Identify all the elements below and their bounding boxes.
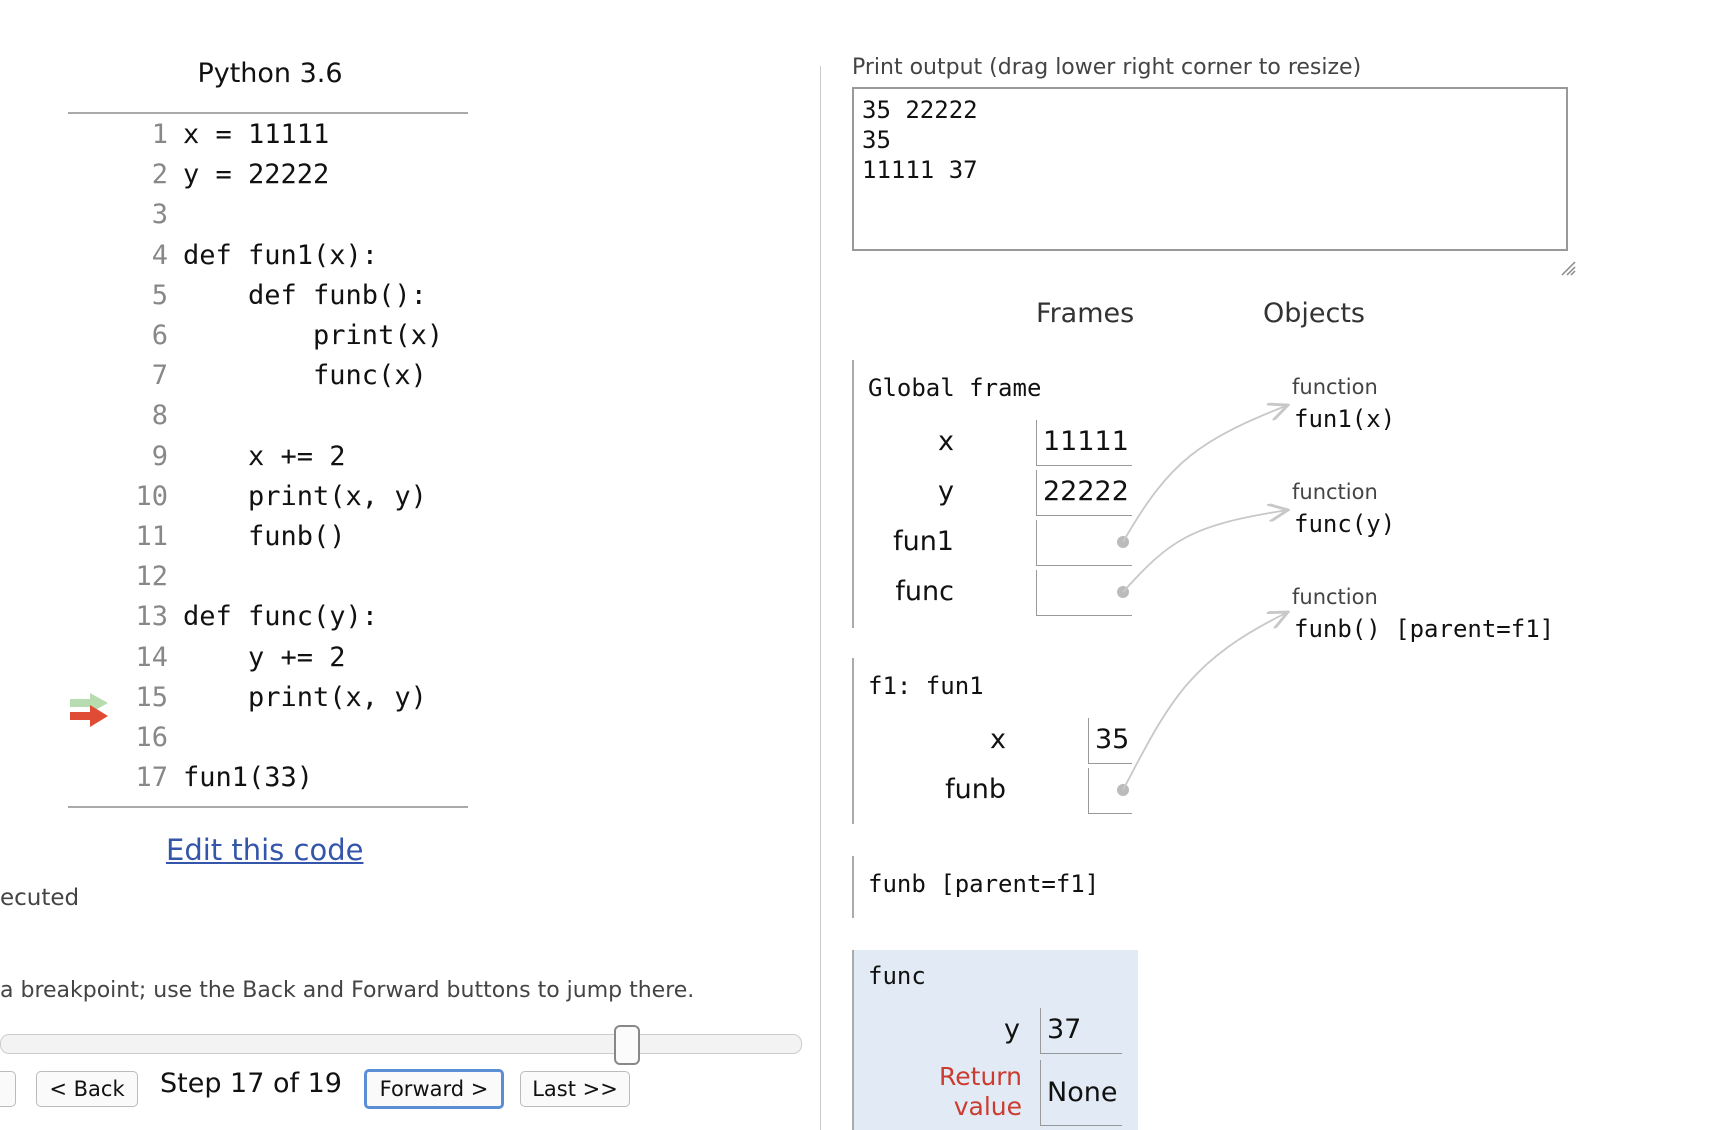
funb-pointer-arrow (1122, 612, 1288, 791)
func-pointer-arrow (1122, 510, 1288, 593)
fun1-pointer-arrow (1122, 405, 1288, 543)
pointer-arrows (1117, 0, 1730, 796)
